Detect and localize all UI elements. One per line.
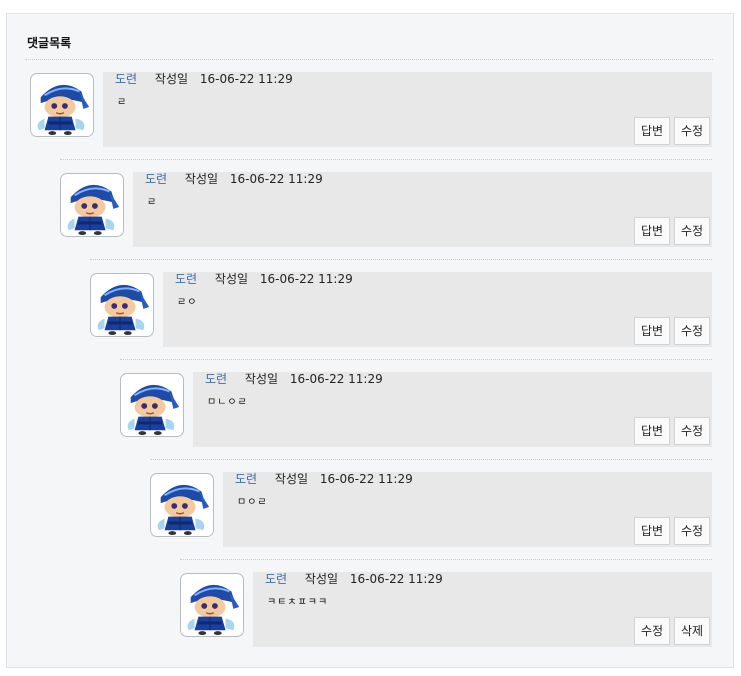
avatar [120, 373, 184, 437]
reply-button[interactable]: 답변 [634, 117, 670, 145]
comment-date: 16-06-22 11:29 [349, 572, 443, 586]
edit-button[interactable]: 수정 [634, 617, 670, 645]
edit-button[interactable]: 수정 [674, 117, 710, 145]
comment-body: 도련 작성일 16-06-22 11:29 ㅁㄴㅇㄹ 답변 수정 [193, 372, 712, 447]
comment-text: ㄹ [117, 97, 128, 108]
edit-button[interactable]: 수정 [674, 217, 710, 245]
date-label: 작성일 [154, 72, 189, 86]
comment-body: 도련 작성일 16-06-22 11:29 ㄹㅇ 답변 수정 [163, 272, 712, 347]
delete-button[interactable]: 삭제 [674, 617, 710, 645]
edit-button[interactable]: 수정 [674, 517, 710, 545]
reply-button[interactable]: 답변 [634, 517, 670, 545]
panel-title: 댓글목록 [27, 36, 72, 50]
author-name[interactable]: 도련 [235, 472, 257, 486]
comment-text: ㅁㄴㅇㄹ [207, 397, 248, 408]
author-name[interactable]: 도련 [175, 272, 197, 286]
comment-date: 16-06-22 11:29 [229, 172, 323, 186]
comment-date: 16-06-22 11:29 [289, 372, 383, 386]
date-label: 작성일 [244, 372, 279, 386]
author-name[interactable]: 도련 [145, 172, 167, 186]
comment-text: ㅁㅇㄹ [237, 497, 268, 508]
author-name[interactable]: 도련 [205, 372, 227, 386]
avatar [180, 573, 244, 637]
date-label: 작성일 [274, 472, 309, 486]
comment-date: 16-06-22 11:29 [199, 72, 293, 86]
author-name[interactable]: 도련 [265, 572, 287, 586]
comment-text: ㄹㅇ [177, 297, 198, 308]
comment-item: 도련 작성일 16-06-22 11:29 ㄹㅇ 답변 수정 [90, 259, 712, 352]
comment-date: 16-06-22 11:29 [259, 272, 353, 286]
edit-button[interactable]: 수정 [674, 417, 710, 445]
divider [150, 459, 712, 460]
reply-button[interactable]: 답변 [634, 217, 670, 245]
reply-button[interactable]: 답변 [634, 417, 670, 445]
comment-date: 16-06-22 11:29 [319, 472, 413, 486]
comment-body: 도련 작성일 16-06-22 11:29 ㄹ 답변 수정 [133, 172, 712, 247]
divider [60, 159, 712, 160]
date-label: 작성일 [184, 172, 219, 186]
divider [90, 259, 712, 260]
avatar [150, 473, 214, 537]
comment-body: 도련 작성일 16-06-22 11:29 ㄹ 답변 수정 [103, 72, 712, 147]
date-label: 작성일 [304, 572, 339, 586]
date-label: 작성일 [214, 272, 249, 286]
comment-item: 도련 작성일 16-06-22 11:29 ㄹ 답변 수정 [60, 159, 712, 252]
comment-text: ㄹ [147, 197, 158, 208]
comment-item: 도련 작성일 16-06-22 11:29 ㅁㅇㄹ 답변 수정 [150, 459, 712, 552]
avatar [30, 73, 94, 137]
edit-button[interactable]: 수정 [674, 317, 710, 345]
comment-item: 도련 작성일 16-06-22 11:29 ㄹ 답변 수정 [30, 72, 712, 152]
comment-list-panel: 댓글목록 도련 작성일 16-06-22 11:29 ㄹ 답변 수정 도련 작성… [6, 13, 734, 668]
divider [120, 359, 712, 360]
comment-body: 도련 작성일 16-06-22 11:29 ㅁㅇㄹ 답변 수정 [223, 472, 712, 547]
divider [25, 59, 713, 60]
author-name[interactable]: 도련 [115, 72, 137, 86]
comment-text: ㅋㅌㅊㅍㅋㅋ [267, 597, 329, 608]
avatar [90, 273, 154, 337]
comment-item: 도련 작성일 16-06-22 11:29 ㅁㄴㅇㄹ 답변 수정 [120, 359, 712, 452]
comment-item: 도련 작성일 16-06-22 11:29 ㅋㅌㅊㅍㅋㅋ 수정 삭제 [180, 559, 712, 652]
divider [180, 559, 712, 560]
reply-button[interactable]: 답변 [634, 317, 670, 345]
comment-body: 도련 작성일 16-06-22 11:29 ㅋㅌㅊㅍㅋㅋ 수정 삭제 [253, 572, 712, 647]
avatar [60, 173, 124, 237]
